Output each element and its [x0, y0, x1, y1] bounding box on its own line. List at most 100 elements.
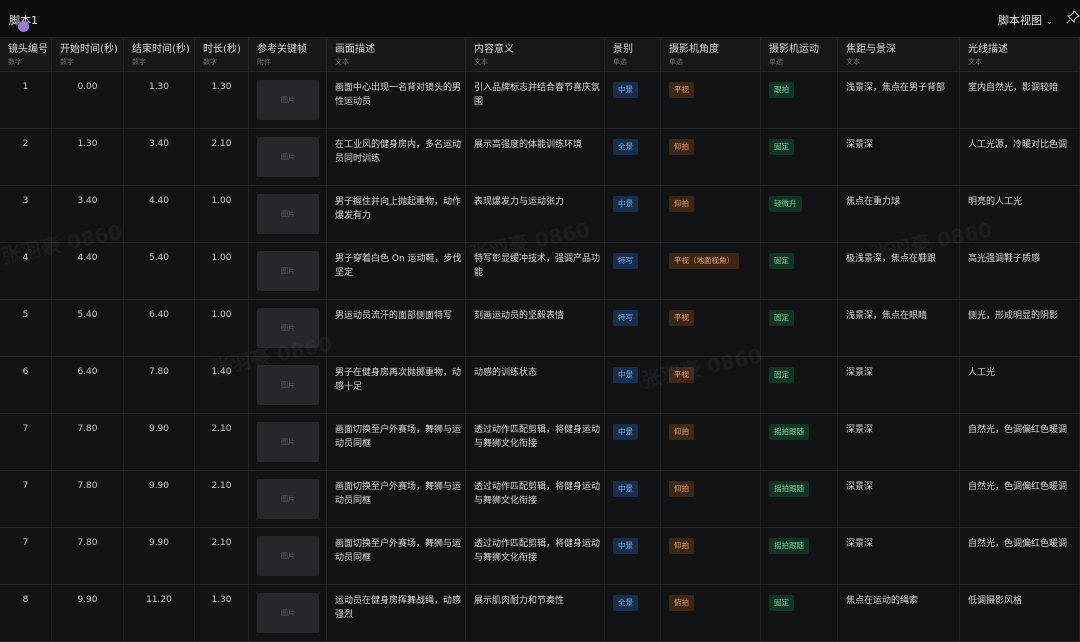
keyframe-cell[interactable]: 图片	[249, 300, 327, 356]
scene-description-cell[interactable]: 画面切换至户外赛场，舞狮与运动员同框	[327, 528, 466, 584]
column-header[interactable]: 画面描述 文本	[327, 38, 466, 71]
focus-depth-cell[interactable]: 浅景深，焦点在眼睛	[838, 300, 960, 356]
camera-movement-cell[interactable]: 固定	[761, 357, 838, 413]
keyframe-cell[interactable]: 图片	[249, 186, 327, 242]
lighting-cell[interactable]: 自然光，色调偏红色暖调	[960, 528, 1080, 584]
shot-number-cell[interactable]: 7	[0, 471, 52, 527]
column-header[interactable]: 焦距与景深 文本	[838, 38, 960, 71]
shot-size-cell[interactable]: 中景	[605, 186, 661, 242]
lighting-cell[interactable]: 自然光，色调偏红色暖调	[960, 414, 1080, 470]
column-header[interactable]: 内容意义 文本	[466, 38, 605, 71]
table-row[interactable]: 3 3.40 4.40 1.00 图片 男子握住并向上抛起重物，动作爆发有力 表现爆发力与运…	[0, 186, 1080, 243]
content-meaning-cell[interactable]: 动感的训练状态	[466, 357, 605, 413]
shot-size-cell[interactable]: 全景	[605, 129, 661, 185]
keyframe-cell[interactable]: 图片	[249, 72, 327, 128]
content-meaning-cell[interactable]: 刻画运动员的坚毅表情	[466, 300, 605, 356]
content-meaning-cell[interactable]: 引入品牌标志并结合春节喜庆氛围	[466, 72, 605, 128]
start-time-cell[interactable]: 7.80	[52, 528, 124, 584]
duration-cell[interactable]: 1.00	[195, 243, 249, 299]
scene-description-cell[interactable]: 男子穿着白色 On 运动鞋，步伐坚定	[327, 243, 466, 299]
camera-angle-cell[interactable]: 仰拍	[661, 471, 761, 527]
column-header[interactable]: 景别 单选	[605, 38, 661, 71]
keyframe-thumbnail[interactable]: 图片	[257, 479, 319, 519]
camera-movement-cell[interactable]: 摇拍跟随	[761, 528, 838, 584]
shot-number-cell[interactable]: 8	[0, 585, 52, 641]
camera-angle-cell[interactable]: 俯拍	[661, 585, 761, 641]
keyframe-thumbnail[interactable]: 图片	[257, 251, 319, 291]
end-time-cell[interactable]: 1.30	[124, 72, 195, 128]
content-meaning-cell[interactable]: 透过动作匹配剪辑，将健身运动与舞狮文化衔接	[466, 414, 605, 470]
shot-number-cell[interactable]: 5	[0, 300, 52, 356]
scene-description-cell[interactable]: 画面切换至户外赛场，舞狮与运动员同框	[327, 471, 466, 527]
shot-size-cell[interactable]: 中景	[605, 72, 661, 128]
end-time-cell[interactable]: 9.90	[124, 414, 195, 470]
lighting-cell[interactable]: 人工光源，冷暖对比色调	[960, 129, 1080, 185]
start-time-cell[interactable]: 5.40	[52, 300, 124, 356]
view-switch-dropdown[interactable]: 脚本视图 ⌄	[998, 12, 1053, 28]
start-time-cell[interactable]: 3.40	[52, 186, 124, 242]
content-meaning-cell[interactable]: 表现爆发力与运动张力	[466, 186, 605, 242]
keyframe-thumbnail[interactable]: 图片	[257, 308, 319, 348]
keyframe-cell[interactable]: 图片	[249, 357, 327, 413]
keyframe-thumbnail[interactable]: 图片	[257, 593, 319, 633]
lighting-cell[interactable]: 自然光，色调偏红色暖调	[960, 471, 1080, 527]
camera-angle-cell[interactable]: 仰拍	[661, 129, 761, 185]
table-row[interactable]: 7 7.80 9.90 2.10 图片 画面切换至户外赛场，舞狮与运动员同框 透过动作匹配剪…	[0, 528, 1080, 585]
duration-cell[interactable]: 2.10	[195, 414, 249, 470]
camera-movement-cell[interactable]: 跟拍	[761, 72, 838, 128]
column-header[interactable]: 摄影机运动 单选	[761, 38, 838, 71]
table-row[interactable]: 2 1.30 3.40 2.10 图片 在工业风的健身房内，多名运动员同时训练 展示高强度的…	[0, 129, 1080, 186]
camera-movement-cell[interactable]: 固定	[761, 243, 838, 299]
column-header[interactable]: 摄影机角度 单选	[661, 38, 761, 71]
lighting-cell[interactable]: 明亮的人工光	[960, 186, 1080, 242]
duration-cell[interactable]: 1.30	[195, 72, 249, 128]
column-header[interactable]: 开始时间(秒) 数字	[52, 38, 124, 71]
camera-movement-cell[interactable]: 固定	[761, 585, 838, 641]
shot-number-cell[interactable]: 4	[0, 243, 52, 299]
focus-depth-cell[interactable]: 深景深	[838, 528, 960, 584]
column-header[interactable]: 镜头编号 数字	[0, 38, 52, 71]
keyframe-thumbnail[interactable]: 图片	[257, 422, 319, 462]
keyframe-cell[interactable]: 图片	[249, 243, 327, 299]
shot-size-cell[interactable]: 中景	[605, 414, 661, 470]
end-time-cell[interactable]: 3.40	[124, 129, 195, 185]
focus-depth-cell[interactable]: 浅景深，焦点在男子背部	[838, 72, 960, 128]
focus-depth-cell[interactable]: 极浅景深，焦点在鞋跟	[838, 243, 960, 299]
camera-angle-cell[interactable]: 仰拍	[661, 528, 761, 584]
duration-cell[interactable]: 2.10	[195, 471, 249, 527]
start-time-cell[interactable]: 7.80	[52, 414, 124, 470]
keyframe-cell[interactable]: 图片	[249, 528, 327, 584]
shot-number-cell[interactable]: 6	[0, 357, 52, 413]
keyframe-cell[interactable]: 图片	[249, 129, 327, 185]
camera-movement-cell[interactable]: 摇拍跟随	[761, 414, 838, 470]
keyframe-cell[interactable]: 图片	[249, 585, 327, 641]
shot-number-cell[interactable]: 7	[0, 528, 52, 584]
scene-description-cell[interactable]: 男运动员流汗的面部侧面特写	[327, 300, 466, 356]
camera-angle-cell[interactable]: 仰拍	[661, 414, 761, 470]
focus-depth-cell[interactable]: 焦点在重力球	[838, 186, 960, 242]
content-meaning-cell[interactable]: 特写彰显缓冲技术，强调产品功能	[466, 243, 605, 299]
column-header[interactable]: 结束时间(秒) 数字	[124, 38, 195, 71]
start-time-cell[interactable]: 9.90	[52, 585, 124, 641]
keyframe-thumbnail[interactable]: 图片	[257, 194, 319, 234]
table-row[interactable]: 5 5.40 6.40 1.00 图片 男运动员流汗的面部侧面特写 刻画运动员的坚毅表情 特写…	[0, 300, 1080, 357]
focus-depth-cell[interactable]: 深景深	[838, 414, 960, 470]
lighting-cell[interactable]: 人工光	[960, 357, 1080, 413]
content-meaning-cell[interactable]: 展示肌肉耐力和节奏性	[466, 585, 605, 641]
shot-size-cell[interactable]: 全景	[605, 585, 661, 641]
keyframe-thumbnail[interactable]: 图片	[257, 137, 319, 177]
scene-description-cell[interactable]: 画面中心出现一名背对镜头的男性运动员	[327, 72, 466, 128]
shot-size-cell[interactable]: 中景	[605, 528, 661, 584]
end-time-cell[interactable]: 7.80	[124, 357, 195, 413]
camera-angle-cell[interactable]: 平视（地面视角）	[661, 243, 761, 299]
start-time-cell[interactable]: 4.40	[52, 243, 124, 299]
shot-number-cell[interactable]: 3	[0, 186, 52, 242]
camera-movement-cell[interactable]: 固定	[761, 129, 838, 185]
camera-angle-cell[interactable]: 平视	[661, 357, 761, 413]
column-header[interactable]: 参考关键帧 附件	[249, 38, 327, 71]
lighting-cell[interactable]: 室内自然光，影调较暗	[960, 72, 1080, 128]
end-time-cell[interactable]: 5.40	[124, 243, 195, 299]
shot-size-cell[interactable]: 中景	[605, 471, 661, 527]
duration-cell[interactable]: 2.10	[195, 129, 249, 185]
focus-depth-cell[interactable]: 深景深	[838, 129, 960, 185]
